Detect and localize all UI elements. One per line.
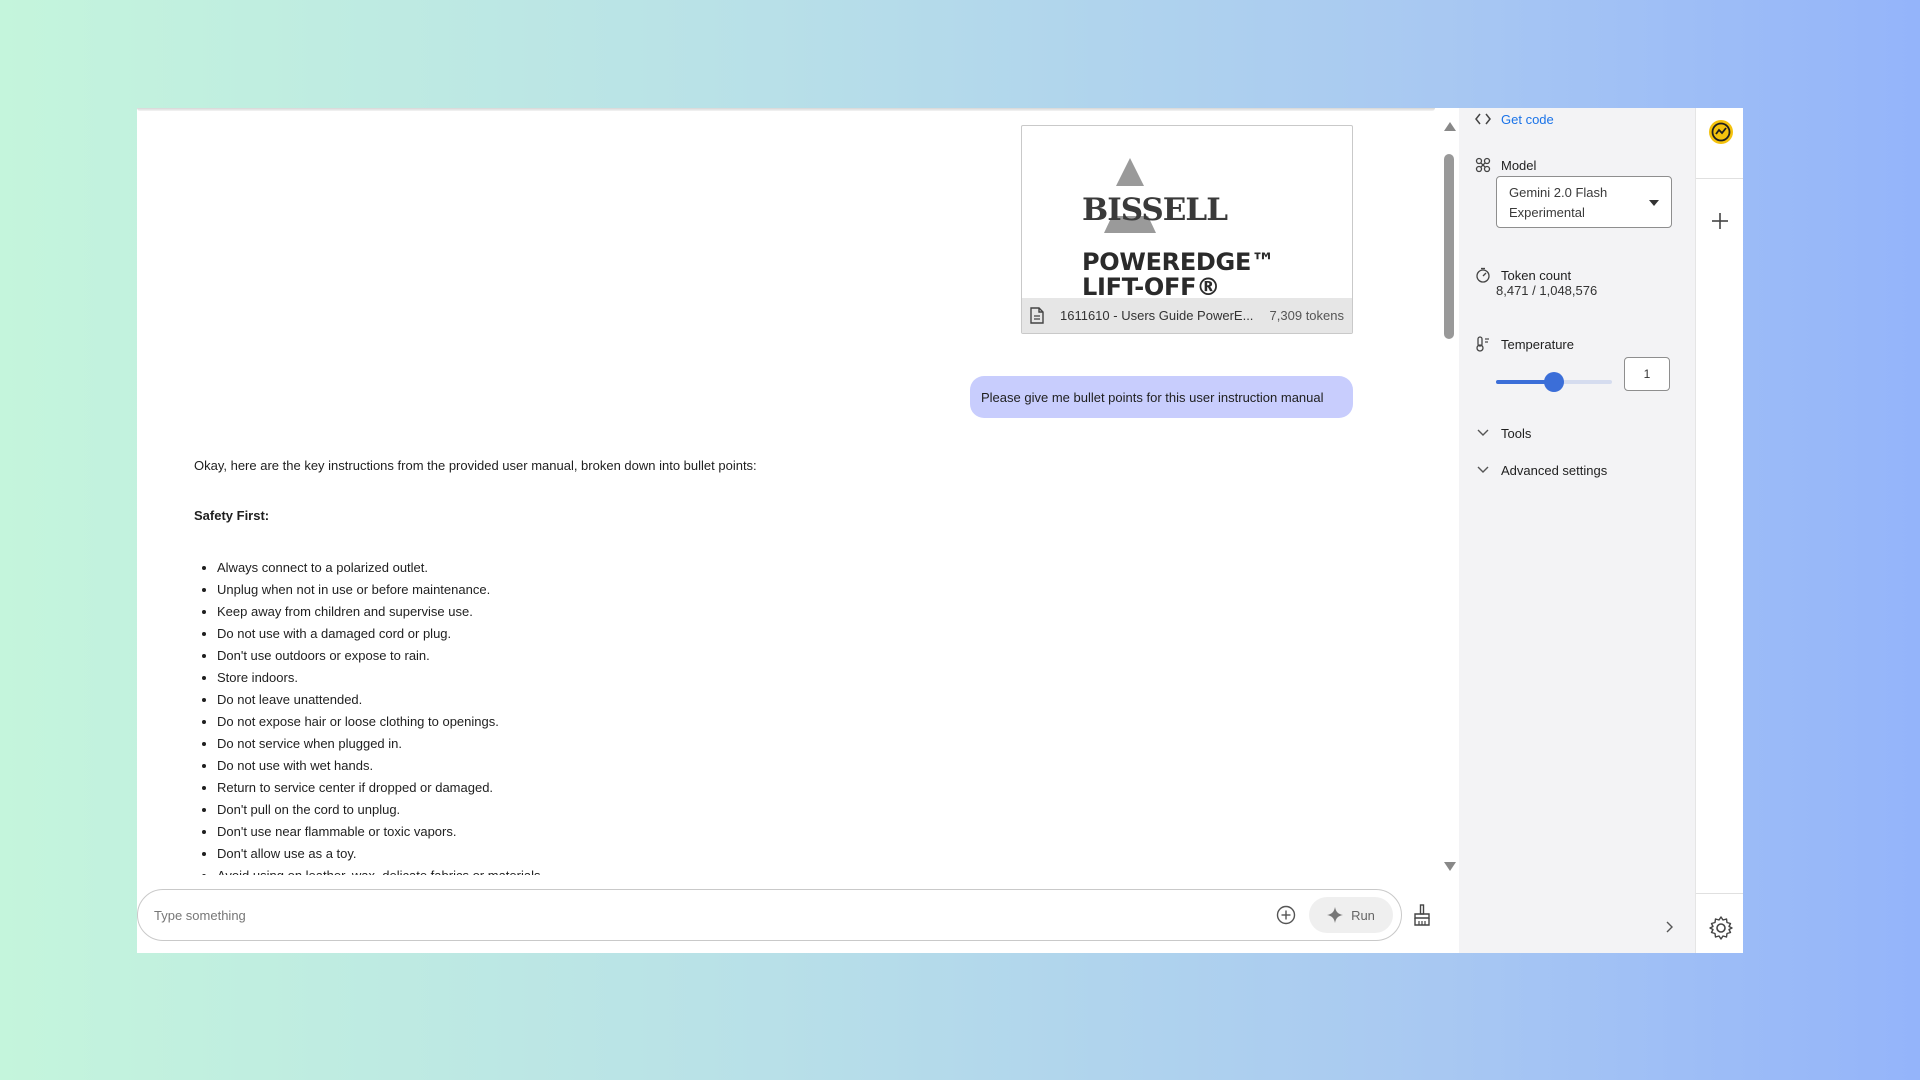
tools-toggle[interactable]: Tools — [1475, 425, 1531, 441]
scroll-thumb[interactable] — [1444, 154, 1454, 339]
tools-label: Tools — [1501, 425, 1532, 441]
attachment-footer: 1611610 - Users Guide PowerE... 7,309 to… — [1022, 298, 1352, 333]
get-code-label: Get code — [1501, 111, 1554, 127]
sparkle-icon — [1327, 907, 1344, 923]
plus-icon[interactable] — [1710, 211, 1730, 231]
response-bullet: Do not use with a damaged cord or plug. — [217, 623, 1294, 645]
response-bullet: Don't allow use as a toy. — [217, 843, 1294, 865]
attachment-file-name: 1611610 - Users Guide PowerE... — [1060, 308, 1254, 323]
get-code-link[interactable]: Get code — [1475, 111, 1554, 127]
chat-scrollbar[interactable] — [1442, 116, 1456, 876]
response-bullet: Don't use near flammable or toxic vapors… — [217, 821, 1294, 843]
scroll-up-arrow-icon[interactable] — [1444, 122, 1456, 131]
attachment-product-line1: POWEREDGE™ — [1082, 248, 1275, 276]
prompt-input-bar: Run — [137, 889, 1402, 941]
attachment-token-count: 7,309 tokens — [1269, 308, 1344, 323]
response-bullet: Don't pull on the cord to unplug. — [217, 799, 1294, 821]
code-brackets-icon — [1475, 111, 1491, 127]
run-button[interactable]: Run — [1309, 897, 1393, 933]
temperature-header: Temperature — [1475, 336, 1574, 352]
thermometer-icon — [1475, 336, 1491, 352]
top-divider — [137, 108, 1435, 111]
response-bullet-list: Always connect to a polarized outlet.Unp… — [194, 557, 1294, 875]
temperature-label: Temperature — [1501, 336, 1574, 352]
attachment-brand: BISSELL — [1082, 192, 1228, 228]
model-select-line2: Experimental — [1509, 205, 1585, 220]
user-message: Please give me bullet points for this us… — [970, 376, 1353, 418]
document-icon — [1030, 306, 1050, 326]
model-select[interactable]: Gemini 2.0 Flash Experimental — [1496, 176, 1672, 228]
chevron-down-icon — [1475, 425, 1491, 441]
token-count-header: Token count — [1475, 267, 1571, 283]
attachment-card[interactable]: BISSELL POWEREDGE™ LIFT-OFF® 1611610 - U… — [1021, 125, 1353, 334]
response-bullet: Store indoors. — [217, 667, 1294, 689]
prompt-input[interactable] — [154, 907, 1275, 923]
token-count-value: 8,471 / 1,048,576 — [1496, 283, 1598, 298]
attachment-product-line2: LIFT-OFF® — [1082, 273, 1220, 301]
model-section-header: Model — [1475, 157, 1536, 173]
advanced-settings-toggle[interactable]: Advanced settings — [1475, 462, 1607, 478]
response-bullet: Do not expose hair or loose clothing to … — [217, 711, 1294, 733]
response-bullet: Do not service when plugged in. — [217, 733, 1294, 755]
right-rail — [1695, 108, 1743, 953]
temperature-slider[interactable] — [1496, 372, 1612, 392]
response-bullet: Avoid using on leather, wax, delicate fa… — [217, 865, 1294, 875]
chevron-right-icon[interactable] — [1666, 920, 1674, 938]
token-count-icon — [1475, 267, 1491, 283]
rail-divider — [1696, 178, 1743, 179]
model-select-line1: Gemini 2.0 Flash — [1509, 185, 1608, 200]
response-bullet: Return to service center if dropped or d… — [217, 777, 1294, 799]
attachment-product-title: POWEREDGE™ LIFT-OFF® — [1082, 250, 1275, 300]
response-bullet: Unplug when not in use or before mainten… — [217, 579, 1294, 601]
dropdown-caret-icon — [1649, 200, 1659, 206]
app-window: BISSELL POWEREDGE™ LIFT-OFF® 1611610 - U… — [137, 108, 1743, 953]
attachment-preview: BISSELL POWEREDGE™ LIFT-OFF® — [1022, 126, 1352, 300]
temperature-input[interactable]: 1 — [1624, 357, 1670, 391]
run-button-label: Run — [1351, 907, 1375, 923]
model-response: Okay, here are the key instructions from… — [194, 457, 1294, 875]
chevron-down-icon — [1475, 462, 1491, 478]
response-bullet: Do not leave unattended. — [217, 689, 1294, 711]
advanced-settings-label: Advanced settings — [1501, 462, 1608, 478]
response-bullet: Do not use with wet hands. — [217, 755, 1294, 777]
broom-icon[interactable] — [1410, 903, 1434, 927]
model-icon — [1475, 157, 1491, 173]
rail-divider — [1696, 893, 1743, 894]
response-bullet: Keep away from children and supervise us… — [217, 601, 1294, 623]
add-media-icon[interactable] — [1275, 904, 1297, 926]
run-settings-panel: Get code Model Gemini 2.0 Flash Experime… — [1459, 108, 1695, 953]
token-count-label: Token count — [1501, 267, 1572, 283]
response-intro: Okay, here are the key instructions from… — [194, 458, 757, 473]
temperature-slider-handle[interactable] — [1544, 372, 1564, 392]
model-label: Model — [1501, 157, 1537, 173]
chat-area: BISSELL POWEREDGE™ LIFT-OFF® 1611610 - U… — [137, 108, 1459, 953]
activity-icon[interactable] — [1708, 119, 1734, 145]
response-bullet: Always connect to a polarized outlet. — [217, 557, 1294, 579]
scroll-down-arrow-icon[interactable] — [1444, 862, 1456, 871]
response-bullet: Don't use outdoors or expose to rain. — [217, 645, 1294, 667]
gear-icon[interactable] — [1708, 915, 1734, 941]
response-section-title: Safety First: — [194, 508, 270, 523]
